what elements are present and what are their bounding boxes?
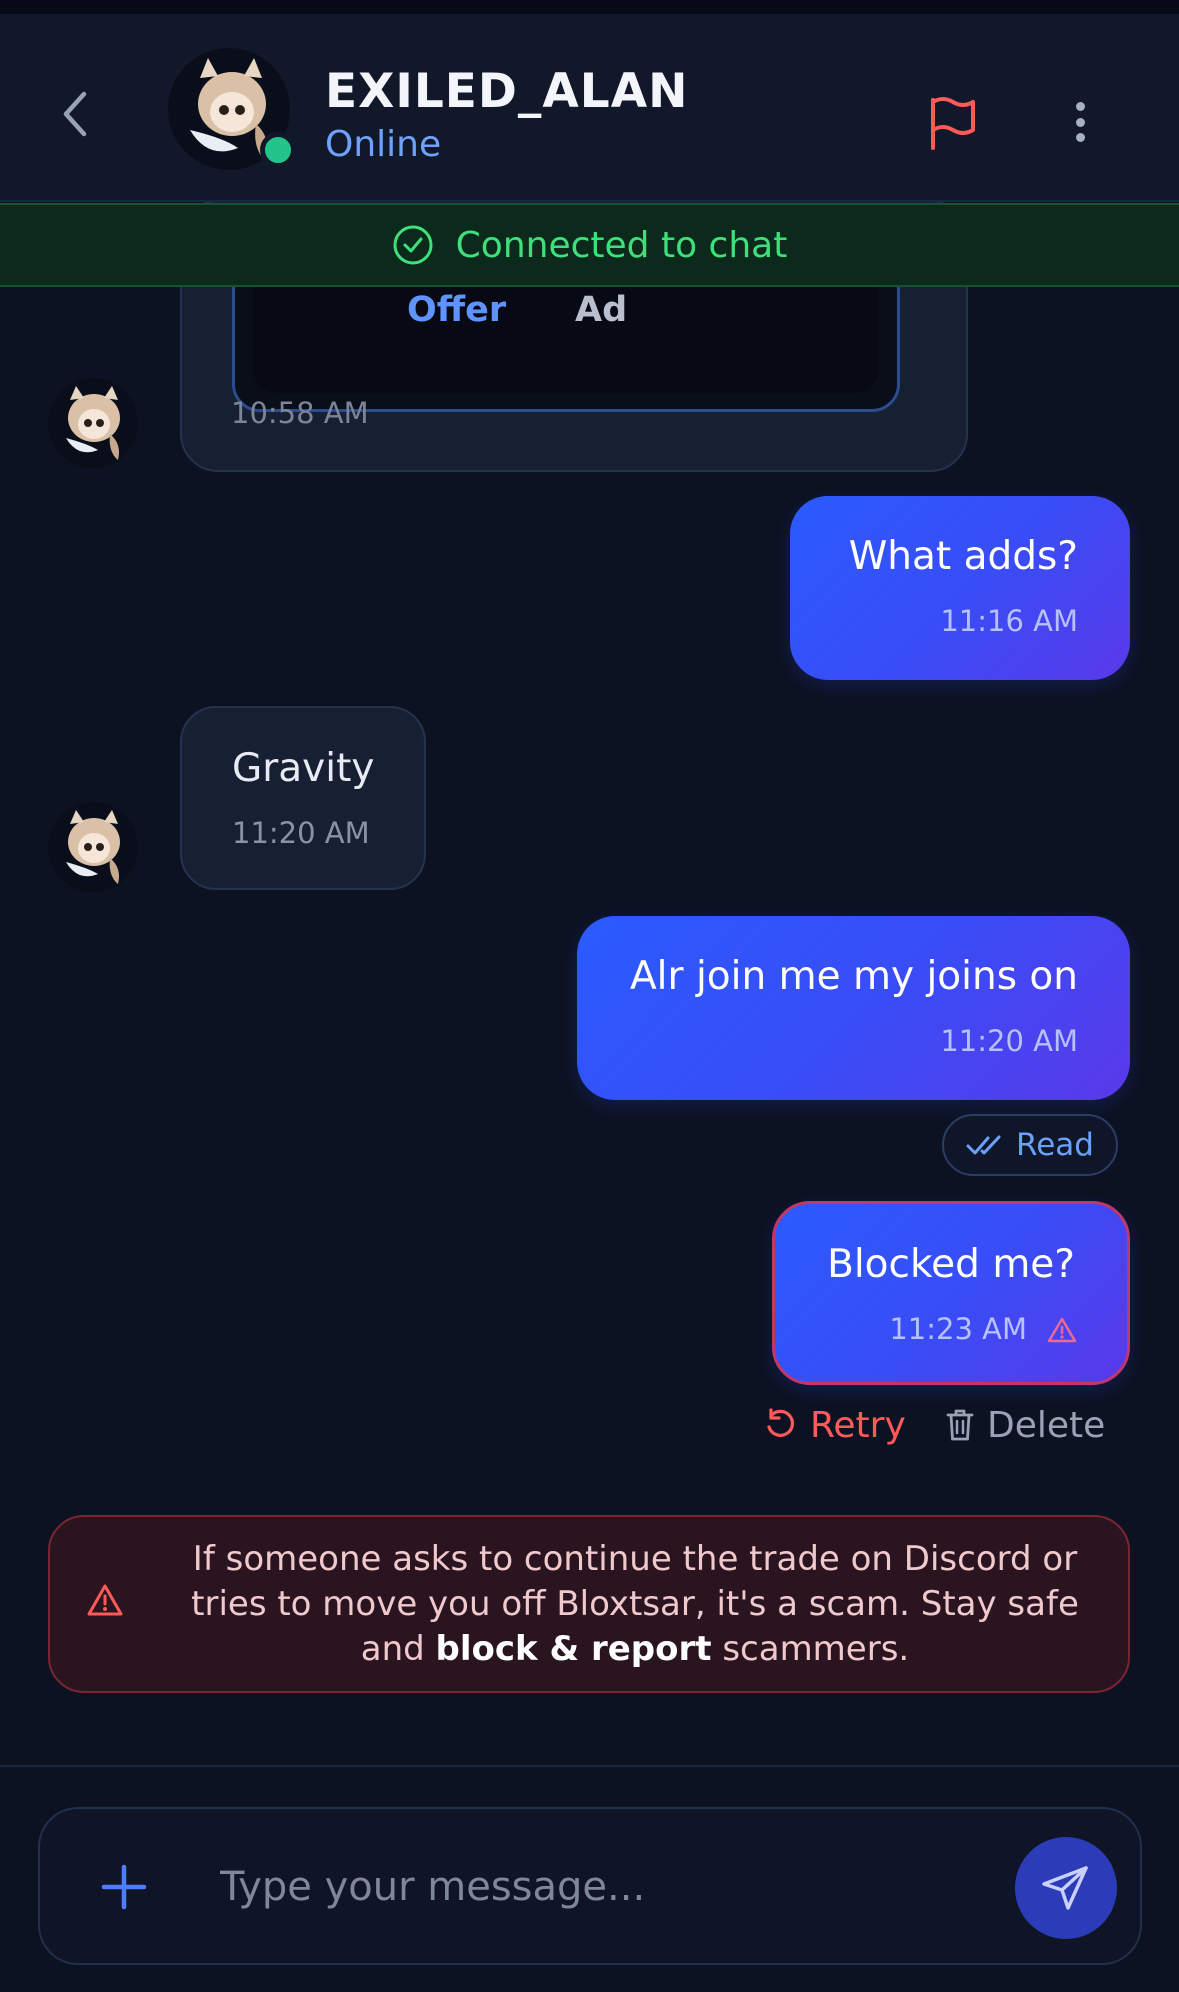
- dot-icon: [1075, 117, 1085, 127]
- plus-icon: [101, 1864, 147, 1910]
- warning-text: If someone asks to continue the trade on…: [191, 1539, 1079, 1669]
- warning-icon: [87, 1584, 123, 1616]
- contact-status: Online: [325, 124, 442, 165]
- read-receipt: Read: [942, 1114, 1118, 1176]
- composer-area: [0, 1765, 1179, 1992]
- message-time: 11:20 AM: [232, 816, 370, 850]
- scam-warning: If someone asks to continue the trade on…: [48, 1515, 1130, 1693]
- delete-button[interactable]: Delete: [945, 1400, 1105, 1450]
- dot-icon: [1075, 102, 1085, 111]
- dot-icon: [1075, 133, 1085, 142]
- avatar: [48, 378, 138, 468]
- message-bubble-outgoing[interactable]: Alr join me my joins on 11:20 AM: [577, 916, 1130, 1100]
- warning-emphasis: block & report: [435, 1629, 712, 1669]
- connection-banner: Connected to chat: [0, 203, 1179, 287]
- message-time: 11:16 AM: [940, 604, 1078, 638]
- warning-icon: [1047, 1317, 1077, 1343]
- delete-label: Delete: [987, 1404, 1106, 1446]
- contact-name: EXILED_ALAN: [325, 64, 689, 119]
- message-time: 11:23 AM: [889, 1312, 1027, 1346]
- double-check-icon: [966, 1135, 1001, 1155]
- report-button[interactable]: [925, 92, 981, 152]
- message-text: Gravity: [232, 746, 375, 791]
- message-bubble-outgoing[interactable]: What adds? 11:16 AM: [790, 496, 1130, 680]
- status-bar: [0, 0, 1179, 14]
- flag-icon: [931, 97, 975, 150]
- message-time: 11:20 AM: [940, 1024, 1078, 1058]
- message-bubble-incoming[interactable]: Gravity 11:20 AM: [180, 706, 426, 890]
- message-input[interactable]: [220, 1849, 1000, 1925]
- check-circle-icon: [393, 225, 433, 265]
- connection-status-text: Connected to chat: [455, 224, 788, 266]
- avatar: [48, 802, 138, 892]
- send-button[interactable]: [1015, 1837, 1117, 1939]
- online-indicator: [260, 132, 296, 168]
- message-text: Blocked me?: [827, 1242, 1075, 1287]
- ad-tab[interactable]: Ad: [575, 290, 627, 330]
- trash-icon: [946, 1409, 974, 1441]
- back-button[interactable]: [50, 84, 100, 144]
- message-time: 10:58 AM: [231, 396, 369, 430]
- chevron-left-icon: [63, 91, 87, 137]
- message-text: What adds?: [848, 534, 1078, 579]
- retry-icon: [767, 1408, 795, 1437]
- retry-label: Retry: [810, 1404, 906, 1446]
- message-bubble-outgoing-failed[interactable]: Blocked me? 11:23 AM: [772, 1201, 1130, 1385]
- chat-header: EXILED_ALAN Online: [0, 14, 1179, 202]
- avatar[interactable]: [168, 48, 296, 170]
- message-composer: [38, 1807, 1142, 1965]
- chat-screen: Offer Ad 10:58 AM What adds? 11:16 AM Gr…: [0, 0, 1179, 1992]
- message-text: Alr join me my joins on: [630, 954, 1078, 999]
- retry-button[interactable]: Retry: [764, 1400, 906, 1450]
- read-label: Read: [1016, 1127, 1094, 1163]
- attach-button[interactable]: [96, 1859, 152, 1915]
- send-icon: [1042, 1866, 1088, 1910]
- offer-tab[interactable]: Offer: [407, 290, 506, 330]
- more-options-button[interactable]: [1060, 92, 1100, 152]
